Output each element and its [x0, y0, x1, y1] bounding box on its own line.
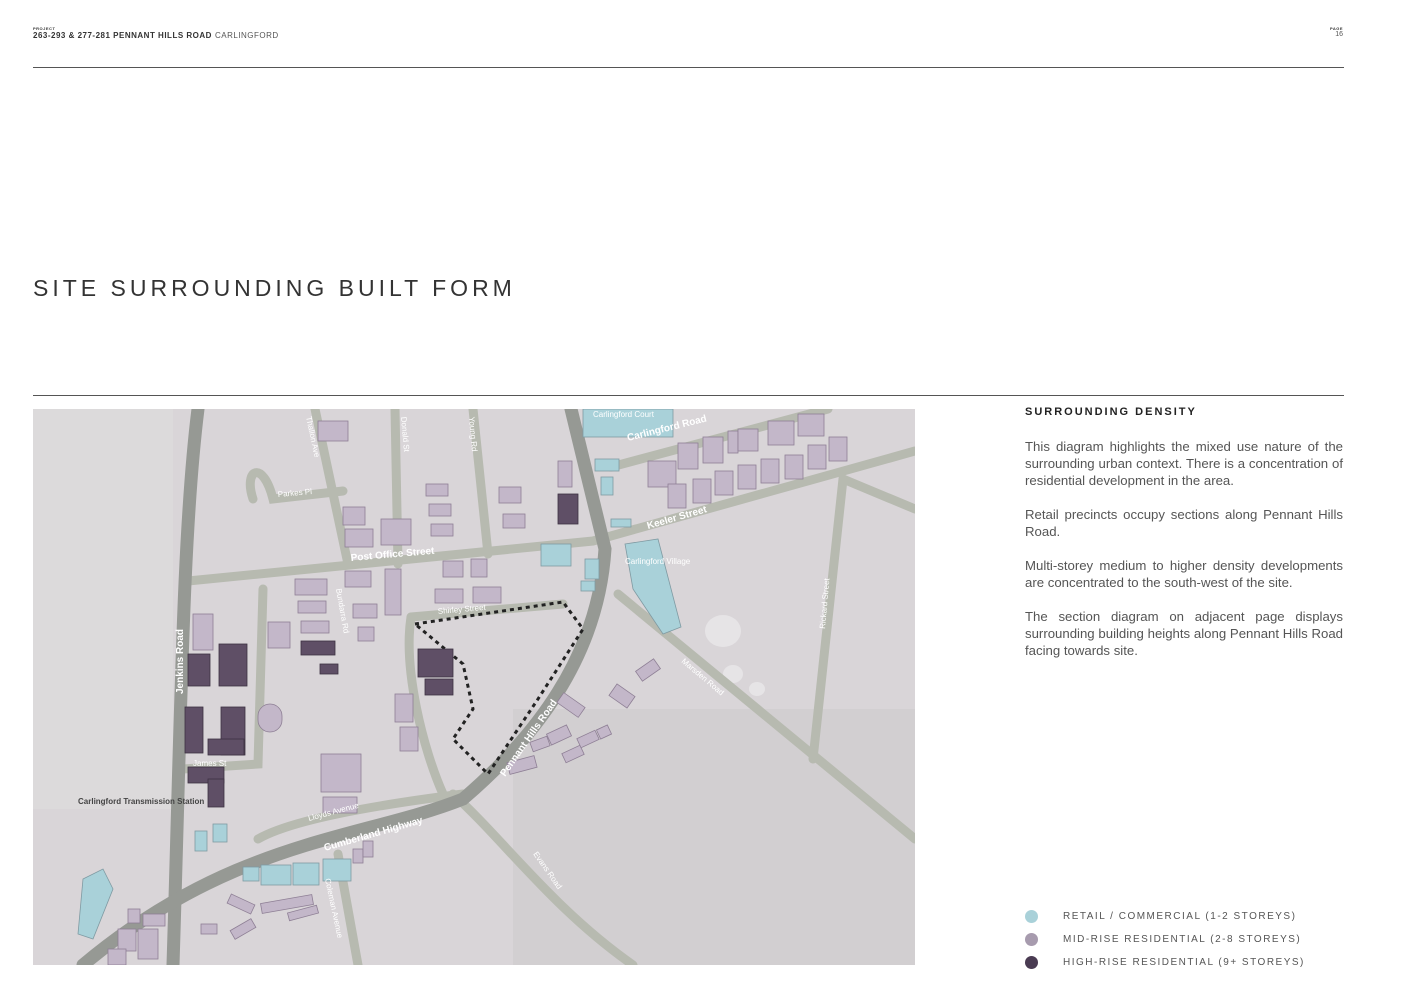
content-divider — [33, 395, 1344, 396]
legend-item-highrise: HIGH-RISE RESIDENTIAL (9+ STOREYS) — [1025, 951, 1305, 974]
project-name: 263-293 & 277-281 PENNANT HILLS ROAD CARL… — [33, 31, 279, 40]
header-divider — [33, 67, 1344, 68]
legend-item-retail: RETAIL / COMMERCIAL (1-2 STOREYS) — [1025, 905, 1305, 928]
map-label-transmission-station: Carlingford Transmission Station — [78, 797, 204, 806]
description-paragraph: Multi-storey medium to higher density de… — [1025, 558, 1343, 590]
section-heading: SURROUNDING DENSITY — [1025, 406, 1197, 418]
legend-label: HIGH-RISE RESIDENTIAL (9+ STOREYS) — [1063, 957, 1305, 968]
map-label-carlingford-court: Carlingford Court — [593, 410, 655, 419]
map-legend: RETAIL / COMMERCIAL (1-2 STOREYS) MID-RI… — [1025, 905, 1305, 974]
page-number: 16 — [1335, 31, 1343, 38]
surrounding-density-panel: SURROUNDING DENSITY This diagram highlig… — [1025, 406, 1343, 676]
midrise-swatch-icon — [1025, 933, 1038, 946]
project-address: 263-293 & 277-281 PENNANT HILLS ROAD — [33, 31, 212, 40]
site-map: Carlingford Court Carlingford Road Keele… — [33, 409, 915, 965]
legend-item-midrise: MID-RISE RESIDENTIAL (2-8 STOREYS) — [1025, 928, 1305, 951]
map-label-carlingford-village: Carlingford Village — [625, 557, 691, 566]
legend-label: MID-RISE RESIDENTIAL (2-8 STOREYS) — [1063, 934, 1302, 945]
page-title: SITE SURROUNDING BUILT FORM — [33, 275, 516, 302]
description-paragraph: The section diagram on adjacent page dis… — [1025, 609, 1343, 658]
description-paragraph: This diagram highlights the mixed use na… — [1025, 439, 1343, 488]
map-label-jenkins-road: Jenkins Road — [175, 629, 186, 694]
description-paragraph: Retail precincts occupy sections along P… — [1025, 507, 1343, 539]
highrise-swatch-icon — [1025, 956, 1038, 969]
map-label-james-st: James St — [193, 759, 227, 768]
project-suburb: CARLINGFORD — [214, 31, 279, 40]
legend-label: RETAIL / COMMERCIAL (1-2 STOREYS) — [1063, 911, 1297, 922]
retail-swatch-icon — [1025, 910, 1038, 923]
